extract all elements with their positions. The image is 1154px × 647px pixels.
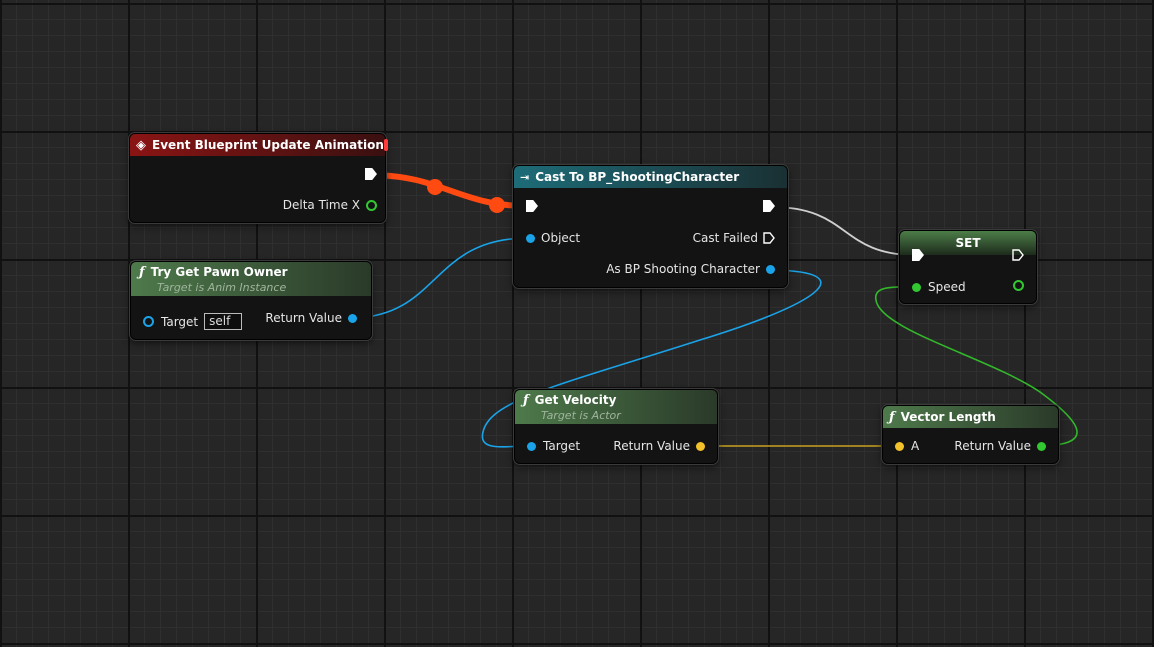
cast-as-label: As BP Shooting Character [606,262,760,276]
float-pin-icon [366,199,377,211]
pawn-owner-return-label: Return Value [265,311,342,325]
event-exec-out-pin[interactable] [365,168,377,180]
vector-length-return-label: Return Value [954,439,1031,453]
stop-square-icon [383,139,388,151]
pawn-owner-target-pin[interactable]: Target self [143,313,243,330]
exec-out-hollow-icon [763,232,775,244]
cast-failed-pin[interactable]: Cast Failed [693,231,775,245]
event-node-header[interactable]: ◈ Event Blueprint Update Animation [130,134,388,156]
function-f-icon: ƒ [139,264,145,280]
object-pin-icon [766,264,775,274]
cast-node-title: Cast To BP_ShootingCharacter [535,170,740,184]
set-node-title: SET [955,236,981,250]
cast-to-node[interactable]: ⇥ Cast To BP_ShootingCharacter Object Ca… [513,165,788,288]
vector-length-a-label: A [911,439,920,453]
vector-length-a-pin[interactable]: A [895,439,919,453]
vector-length-return-pin[interactable]: Return Value [954,439,1046,453]
vector-length-node[interactable]: ƒ Vector Length A Return Value [882,405,1059,464]
float-pin-icon [912,282,921,292]
pawn-owner-target-label: Target [161,314,199,329]
pawn-owner-return-pin[interactable]: Return Value [265,311,357,325]
set-speed-label: Speed [928,280,966,294]
velocity-title: Get Velocity [534,392,617,407]
object-pin-icon [527,441,536,451]
wire-knot [489,197,505,213]
vector-length-node-header[interactable]: ƒ Vector Length [883,406,1058,428]
wire-knot [427,179,443,195]
delta-time-pin[interactable]: Delta Time X [283,198,377,212]
pawn-owner-subtitle: Target is Anim Instance [157,280,287,294]
exec-wire-cast-to-set [771,206,916,256]
set-speed-out-pin[interactable] [1013,280,1024,291]
object-pin-icon [143,316,154,327]
velocity-node-header[interactable]: ƒ Get Velocity Target is Actor [515,390,717,424]
pawn-owner-node-header[interactable]: ƒ Try Get Pawn Owner Target is Anim Insta… [131,262,371,296]
pawn-owner-title: Try Get Pawn Owner [150,264,288,279]
cast-arrow-icon: ⇥ [520,170,530,184]
float-pin-icon [1013,280,1024,291]
event-update-animation-node[interactable]: ◈ Event Blueprint Update Animation Delta… [129,133,388,223]
vector-pin-icon [696,441,705,451]
event-diamond-icon: ◈ [136,137,146,153]
function-f-icon: ƒ [523,392,529,408]
set-exec-in-pin[interactable] [912,249,924,261]
cast-node-header[interactable]: ⇥ Cast To BP_ShootingCharacter [514,166,787,188]
cast-exec-out-pin[interactable] [763,200,775,212]
cast-object-label: Object [541,231,581,245]
set-speed-node[interactable]: SET Speed [899,230,1037,304]
cast-object-pin[interactable]: Object [526,231,580,245]
velocity-target-label: Target [543,439,581,453]
exec-out-hollow-icon [1012,249,1024,261]
event-node-title: Event Blueprint Update Animation [152,138,384,152]
exec-in-icon [526,200,538,212]
target-self-field[interactable]: self [204,313,243,330]
cast-exec-in-pin[interactable] [526,200,538,212]
set-speed-pin[interactable]: Speed [912,280,966,294]
function-f-icon: ƒ [889,409,895,425]
velocity-target-pin[interactable]: Target [527,439,580,453]
set-exec-out-pin[interactable] [1012,249,1024,261]
velocity-return-label: Return Value [613,439,690,453]
get-velocity-node[interactable]: ƒ Get Velocity Target is Actor Target Ret… [514,389,718,464]
cast-as-pin[interactable]: As BP Shooting Character [606,262,775,276]
object-wire-pawn-to-cast [349,237,529,319]
object-pin-icon [526,233,535,243]
vector-length-title: Vector Length [900,410,996,424]
object-pin-icon [348,313,357,323]
velocity-return-pin[interactable]: Return Value [613,439,705,453]
exec-out-icon [763,200,775,212]
velocity-subtitle: Target is Actor [541,408,621,422]
exec-out-icon [365,168,377,180]
delta-time-label: Delta Time X [282,198,360,212]
cast-failed-label: Cast Failed [692,231,758,245]
vector-pin-icon [895,441,904,451]
try-get-pawn-owner-node[interactable]: ƒ Try Get Pawn Owner Target is Anim Insta… [130,261,372,340]
float-pin-icon [1037,441,1046,451]
exec-in-icon [912,249,924,261]
